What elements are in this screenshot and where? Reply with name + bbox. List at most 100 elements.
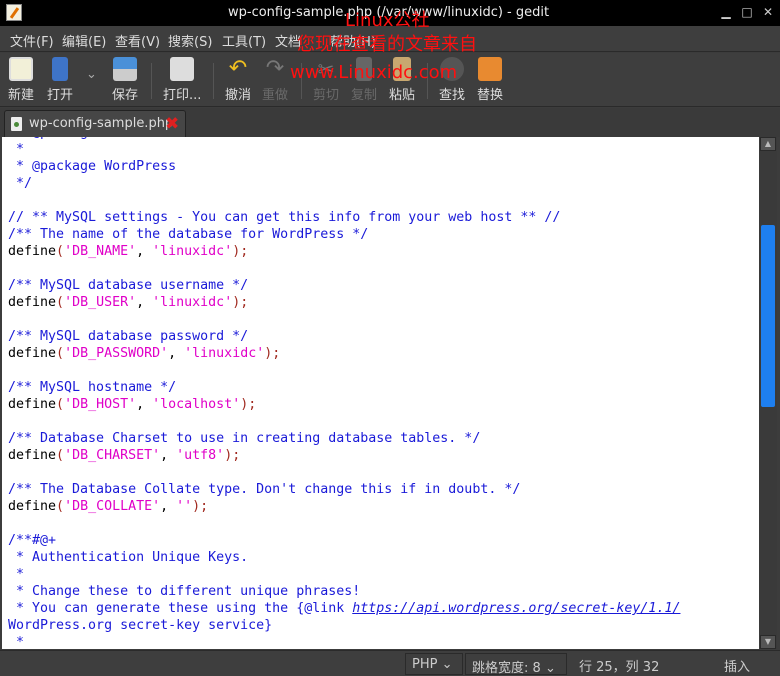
- close-window-icon[interactable]: ✕: [762, 6, 774, 18]
- vertical-scrollbar[interactable]: ▲ ▼: [759, 137, 777, 649]
- copy-button[interactable]: 复制: [351, 57, 377, 103]
- menu-view[interactable]: 查看(V): [115, 31, 160, 50]
- menu-help[interactable]: 帮助(H): [330, 31, 376, 50]
- text-editor[interactable]: * @package WordPress * * @package WordPr…: [2, 137, 759, 649]
- code-line: /** MySQL database username */: [8, 277, 680, 294]
- menu-bar: 文件(F) 编辑(E) 查看(V) 搜索(S) 工具(T) 文档 帮助(H): [0, 26, 780, 52]
- scroll-down-icon[interactable]: ▼: [760, 635, 776, 649]
- paste-button[interactable]: 粘贴: [389, 57, 415, 103]
- comment: * Authentication Unique Keys.: [8, 550, 249, 565]
- cut-label: 剪切: [313, 88, 340, 103]
- chevron-down-icon: ⌄: [544, 661, 556, 676]
- menu-file[interactable]: 文件(F): [10, 31, 54, 50]
- paste-icon: [393, 57, 411, 81]
- language-selector[interactable]: PHP ⌄: [405, 653, 463, 675]
- comment: *: [8, 635, 25, 649]
- toolbar-separator: [427, 63, 428, 99]
- comment: /** MySQL hostname */: [8, 380, 177, 395]
- find-label: 查找: [439, 88, 466, 103]
- tab-width-label: 跳格宽度: 8: [472, 661, 541, 676]
- code-line: define('DB_CHARSET', 'utf8');: [8, 447, 680, 464]
- punctuation: (: [56, 397, 65, 412]
- comment: WordPress.org secret-key service}: [8, 618, 273, 633]
- maximize-icon[interactable]: □: [741, 6, 753, 18]
- code-line: define('DB_COLLATE', '');: [8, 498, 680, 515]
- link[interactable]: https://api.wordpress.org/secret-key/1.1…: [352, 601, 680, 616]
- comment: * Change these to different unique phras…: [8, 584, 361, 599]
- comment: /** MySQL database password */: [8, 329, 249, 344]
- string-literal: 'DB_HOST': [64, 397, 137, 412]
- code-token: define: [8, 244, 57, 259]
- tab-label: wp-config-sample.php: [29, 116, 174, 131]
- comment: */: [8, 176, 33, 191]
- open-recent-dropdown[interactable]: ⌄: [86, 67, 97, 82]
- code-token: ,: [136, 397, 153, 412]
- code-line: *: [8, 634, 680, 649]
- code-line: define('DB_NAME', 'linuxidc');: [8, 243, 680, 260]
- replace-icon: [478, 57, 502, 81]
- string-literal: 'linuxidc': [152, 295, 233, 310]
- menu-tools[interactable]: 工具(T): [222, 31, 266, 50]
- code-line: define('DB_USER', 'linuxidc');: [8, 294, 680, 311]
- punctuation: (: [56, 448, 65, 463]
- open-label: 打开: [47, 88, 74, 103]
- window-title: wp-config-sample.php (/var/www/linuxidc)…: [228, 5, 550, 20]
- string-literal: '': [176, 499, 193, 514]
- comment: * @package WordPress: [8, 159, 177, 174]
- code-content: * @package WordPress * * @package WordPr…: [8, 137, 680, 649]
- chevron-down-icon: ⌄: [86, 67, 97, 82]
- string-literal: 'linuxidc': [184, 346, 265, 361]
- copy-label: 复制: [351, 88, 378, 103]
- redo-button[interactable]: ↷ 重做: [262, 57, 288, 104]
- close-tab-icon[interactable]: ✖: [165, 114, 179, 134]
- save-button[interactable]: 保存: [112, 57, 138, 103]
- replace-button[interactable]: 替换: [477, 57, 503, 103]
- punctuation: );: [232, 244, 249, 259]
- code-token: define: [8, 448, 57, 463]
- comment: /** The Database Collate type. Don't cha…: [8, 482, 521, 497]
- print-icon: [170, 57, 195, 81]
- tab-wp-config-sample[interactable]: wp-config-sample.php ✖: [4, 110, 186, 138]
- scrollbar-thumb[interactable]: [761, 225, 775, 407]
- find-button[interactable]: 查找: [439, 57, 465, 103]
- open-button[interactable]: 打开: [47, 57, 73, 103]
- print-button[interactable]: 打印...: [163, 57, 201, 103]
- new-document-icon: [9, 57, 33, 81]
- code-line: /** The name of the database for WordPre…: [8, 226, 680, 243]
- code-line: */: [8, 175, 680, 192]
- punctuation: (: [56, 244, 65, 259]
- menu-documents[interactable]: 文档: [275, 31, 301, 50]
- new-label: 新建: [8, 88, 35, 103]
- insert-mode: 插入: [724, 660, 751, 675]
- cursor-position: 行 25，列 32: [579, 660, 660, 675]
- punctuation: (: [56, 499, 65, 514]
- code-token: define: [8, 346, 57, 361]
- string-literal: 'DB_USER': [64, 295, 137, 310]
- comment: * @package WordPress: [8, 137, 176, 140]
- comment: // ** MySQL settings - You can get this …: [8, 210, 561, 225]
- punctuation: );: [240, 397, 257, 412]
- code-token: ,: [160, 448, 177, 463]
- new-button[interactable]: 新建: [8, 57, 34, 103]
- string-literal: 'DB_PASSWORD': [64, 346, 169, 361]
- code-line: /** The Database Collate type. Don't cha…: [8, 481, 680, 498]
- scroll-up-icon[interactable]: ▲: [760, 137, 776, 151]
- string-literal: 'DB_COLLATE': [64, 499, 161, 514]
- tab-bar: wp-config-sample.php ✖: [0, 108, 780, 138]
- undo-button[interactable]: ↶ 撤消: [225, 57, 251, 104]
- minimize-icon[interactable]: ▁: [720, 6, 732, 18]
- code-line: * Change these to different unique phras…: [8, 583, 680, 600]
- menu-search[interactable]: 搜索(S): [168, 31, 212, 50]
- code-token: define: [8, 499, 57, 514]
- string-literal: 'linuxidc': [152, 244, 233, 259]
- gedit-app-icon[interactable]: [6, 4, 22, 21]
- cut-button[interactable]: ✂ 剪切: [313, 57, 339, 103]
- punctuation: (: [56, 346, 65, 361]
- menu-edit[interactable]: 编辑(E): [62, 31, 106, 50]
- code-token: ,: [136, 244, 153, 259]
- code-token: ,: [136, 295, 153, 310]
- tab-width-selector[interactable]: 跳格宽度: 8 ⌄: [465, 653, 567, 676]
